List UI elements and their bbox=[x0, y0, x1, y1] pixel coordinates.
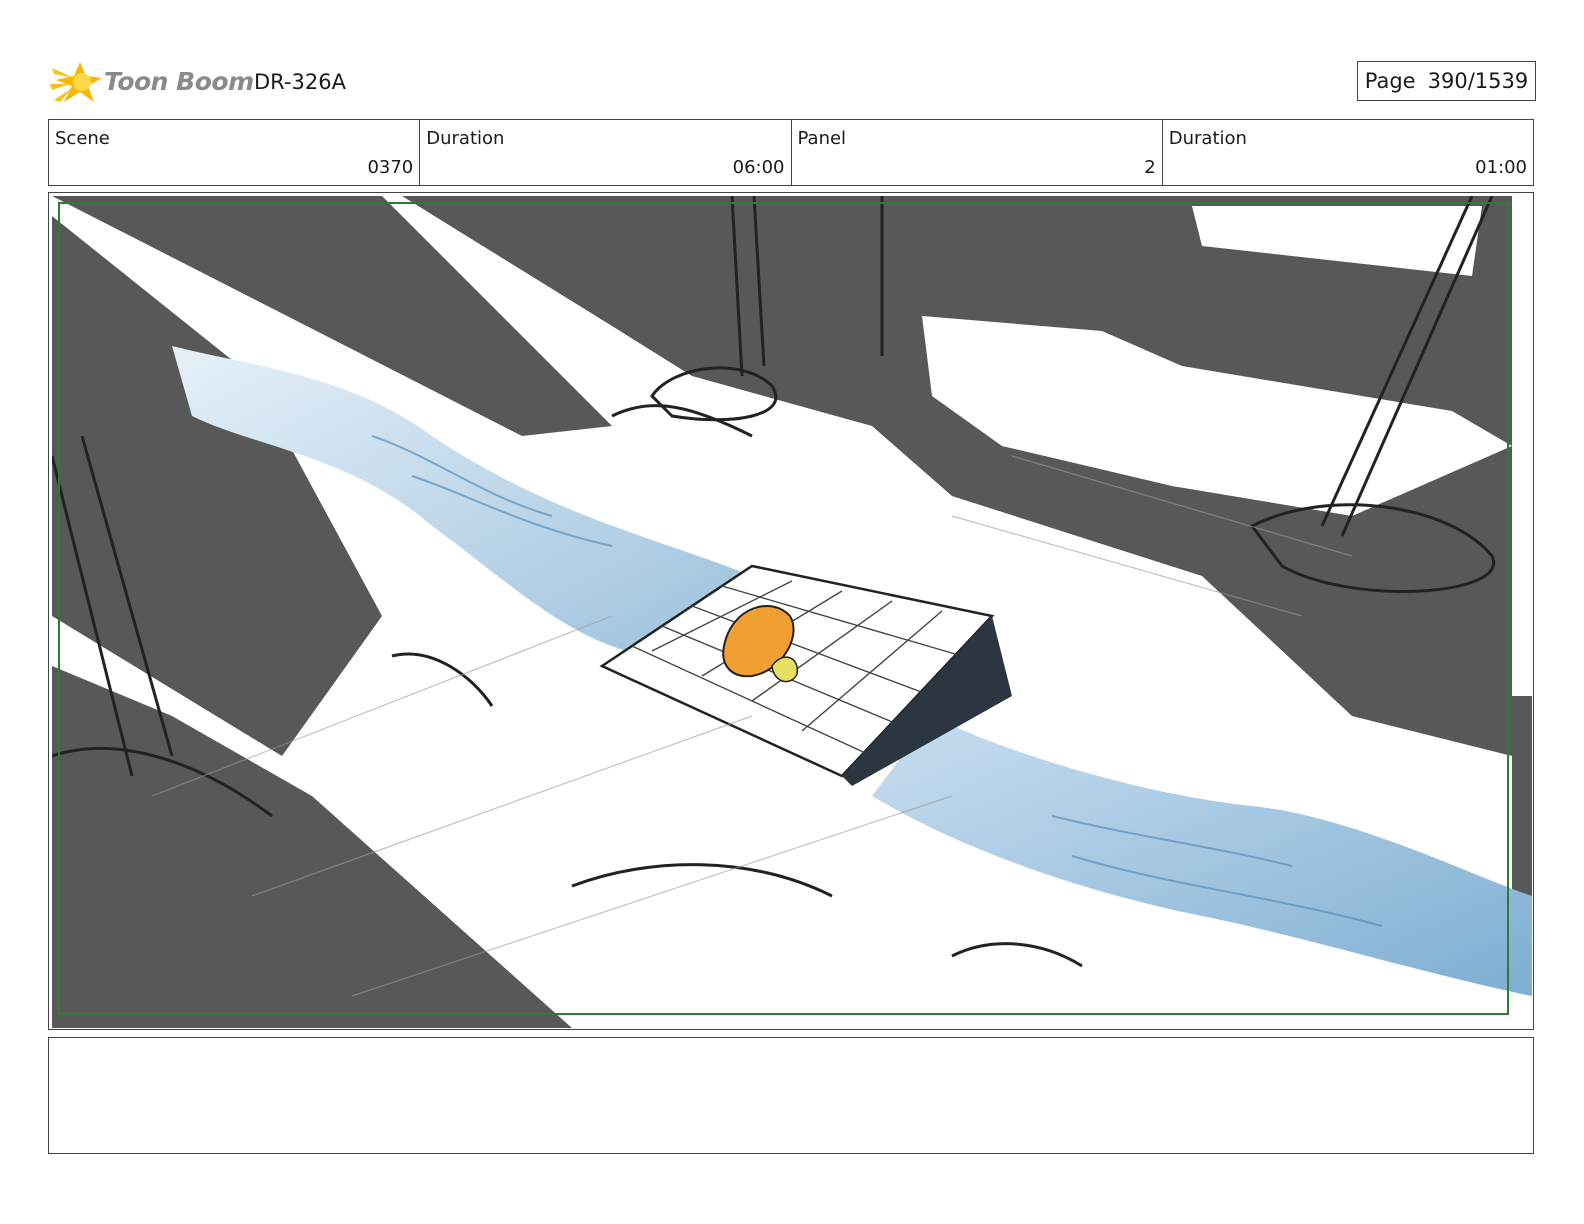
panel-cell: Panel 2 bbox=[792, 120, 1163, 185]
panel-duration-cell: Duration 01:00 bbox=[1163, 120, 1533, 185]
logo-text: Toon Boom bbox=[104, 67, 254, 96]
page-label: Page bbox=[1364, 69, 1416, 93]
toon-boom-logo: Toon Boom bbox=[50, 56, 254, 108]
page-number: 390/1539 bbox=[1427, 69, 1529, 93]
scene-info-bar: Scene 0370 Duration 06:00 Panel 2 Durati… bbox=[48, 119, 1534, 186]
project-code: DR-326A bbox=[254, 70, 346, 94]
panel-label: Panel bbox=[797, 128, 847, 149]
scene-duration-label: Duration bbox=[426, 128, 505, 149]
panel-value: 2 bbox=[1144, 157, 1156, 178]
scene-duration-value: 06:00 bbox=[732, 157, 785, 178]
scene-label: Scene bbox=[55, 128, 110, 149]
panel-drawing bbox=[52, 196, 1532, 1028]
page-indicator: Page 390/1539 bbox=[1357, 61, 1536, 101]
scene-value: 0370 bbox=[367, 157, 414, 178]
star-burst-icon bbox=[50, 62, 102, 102]
panel-duration-value: 01:00 bbox=[1475, 157, 1527, 178]
caption-box bbox=[48, 1037, 1534, 1154]
scene-duration-cell: Duration 06:00 bbox=[420, 120, 792, 185]
panel-duration-label: Duration bbox=[1168, 128, 1247, 149]
storyboard-panel bbox=[48, 192, 1534, 1030]
scene-cell: Scene 0370 bbox=[49, 120, 421, 185]
